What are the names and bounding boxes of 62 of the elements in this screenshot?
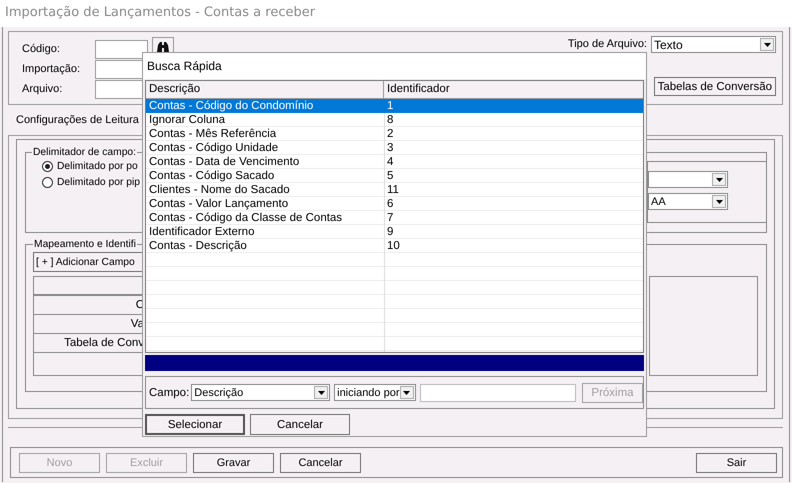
table-cell-text: 3 bbox=[386, 141, 394, 155]
search-field[interactable] bbox=[420, 384, 576, 402]
table-cell-text: 9 bbox=[386, 225, 394, 239]
table-cell-text: Ignorar Coluna bbox=[148, 113, 226, 127]
add-field-button[interactable]: [ + ] Adicionar Campo bbox=[33, 252, 143, 272]
group-title: Mapeamento e Identifi bbox=[33, 239, 137, 250]
table-cell-text: 2 bbox=[386, 127, 394, 141]
table-cell-text: Contas - Código da Classe de Contas bbox=[148, 211, 344, 225]
list-row[interactable]: Contas - Data de Vencimento 4 bbox=[146, 155, 643, 169]
list-row[interactable]: Contas - Código Sacado 5 bbox=[146, 169, 643, 183]
input-field[interactable] bbox=[95, 40, 148, 58]
exit-button[interactable]: Sair bbox=[696, 452, 777, 472]
field-label: Campo: bbox=[149, 386, 190, 398]
conversion-tables-button[interactable]: Tabelas de Conversão bbox=[654, 77, 776, 96]
table-cell-text: 10 bbox=[386, 239, 401, 253]
table-cell-text: 1 bbox=[386, 99, 394, 113]
group-title: Delimitador de campo: bbox=[32, 147, 138, 158]
list-row[interactable]: Clientes - Nome do Sacado 11 bbox=[146, 183, 643, 197]
list-row[interactable]: Contas - Valor Lançamento 6 bbox=[146, 197, 643, 211]
table-cell-text: 8 bbox=[386, 113, 394, 127]
table-cell-text: 4 bbox=[386, 155, 394, 169]
field-label: Importação: bbox=[22, 63, 82, 75]
column-header[interactable]: Descrição bbox=[146, 81, 384, 98]
dropdown[interactable] bbox=[648, 171, 728, 188]
table-cell-text: 11 bbox=[386, 183, 400, 197]
table-cell-text: Contas - Código Sacado bbox=[148, 169, 276, 183]
table-cell-text: Contas - Descrição bbox=[148, 239, 248, 253]
radio-option[interactable]: Delimitado por po bbox=[42, 161, 140, 172]
list-row[interactable]: Contas - Mês Referência 2 bbox=[146, 127, 643, 141]
action-button[interactable]: Gravar bbox=[193, 452, 274, 472]
list-row[interactable]: Contas - Descrição 10 bbox=[146, 239, 643, 253]
table-cell-text: 6 bbox=[386, 197, 394, 211]
column-header[interactable]: Identificador bbox=[384, 81, 643, 98]
list-row[interactable]: Identificador Externo 9 bbox=[146, 225, 643, 239]
field-label: Tipo de Arquivo: bbox=[568, 38, 647, 50]
dropdown[interactable]: AA bbox=[648, 193, 728, 210]
table-cell-text: Contas - Código Unidade bbox=[148, 141, 280, 155]
table-cell-text: Contas - Valor Lançamento bbox=[148, 197, 290, 211]
dialog-title: Busca Rápida bbox=[143, 53, 646, 79]
table-cell-text: Clientes - Nome do Sacado bbox=[148, 183, 291, 197]
table-cell-text: Contas - Data de Vencimento bbox=[148, 155, 300, 169]
list-row[interactable]: Contas - Código da Classe de Contas 7 bbox=[146, 211, 643, 225]
table-cell-text: Contas - Código do Condomínio bbox=[148, 99, 314, 113]
list-row[interactable]: Contas - Código Unidade 3 bbox=[146, 141, 643, 155]
table-cell-text: 7 bbox=[386, 211, 394, 225]
field-dropdown[interactable]: Descrição bbox=[191, 384, 330, 401]
file-type-dropdown[interactable]: Texto bbox=[651, 36, 776, 53]
field-label: Código: bbox=[22, 43, 61, 55]
window-title: Importação de Lançamentos - Contas a receber bbox=[0, 0, 792, 27]
table-cell-text: Identificador Externo bbox=[148, 225, 256, 239]
dialog-button[interactable]: Selecionar bbox=[145, 414, 245, 435]
tab[interactable]: Configurações de Leitura bbox=[15, 111, 140, 129]
mode-dropdown[interactable]: iniciando por bbox=[334, 384, 416, 401]
list-row[interactable]: Ignorar Coluna 8 bbox=[146, 113, 643, 127]
table-cell-text: 5 bbox=[386, 169, 394, 183]
binoculars-icon bbox=[156, 40, 170, 52]
table-cell-text: Contas - Mês Referência bbox=[148, 127, 278, 141]
dialog-button[interactable]: Cancelar bbox=[250, 414, 350, 435]
field-label: Arquivo: bbox=[22, 83, 64, 95]
radio-option[interactable]: Delimitado por pip bbox=[42, 177, 140, 188]
list-row[interactable]: Contas - Código do Condomínio 1 bbox=[146, 99, 643, 113]
action-button[interactable]: Cancelar bbox=[280, 452, 361, 472]
